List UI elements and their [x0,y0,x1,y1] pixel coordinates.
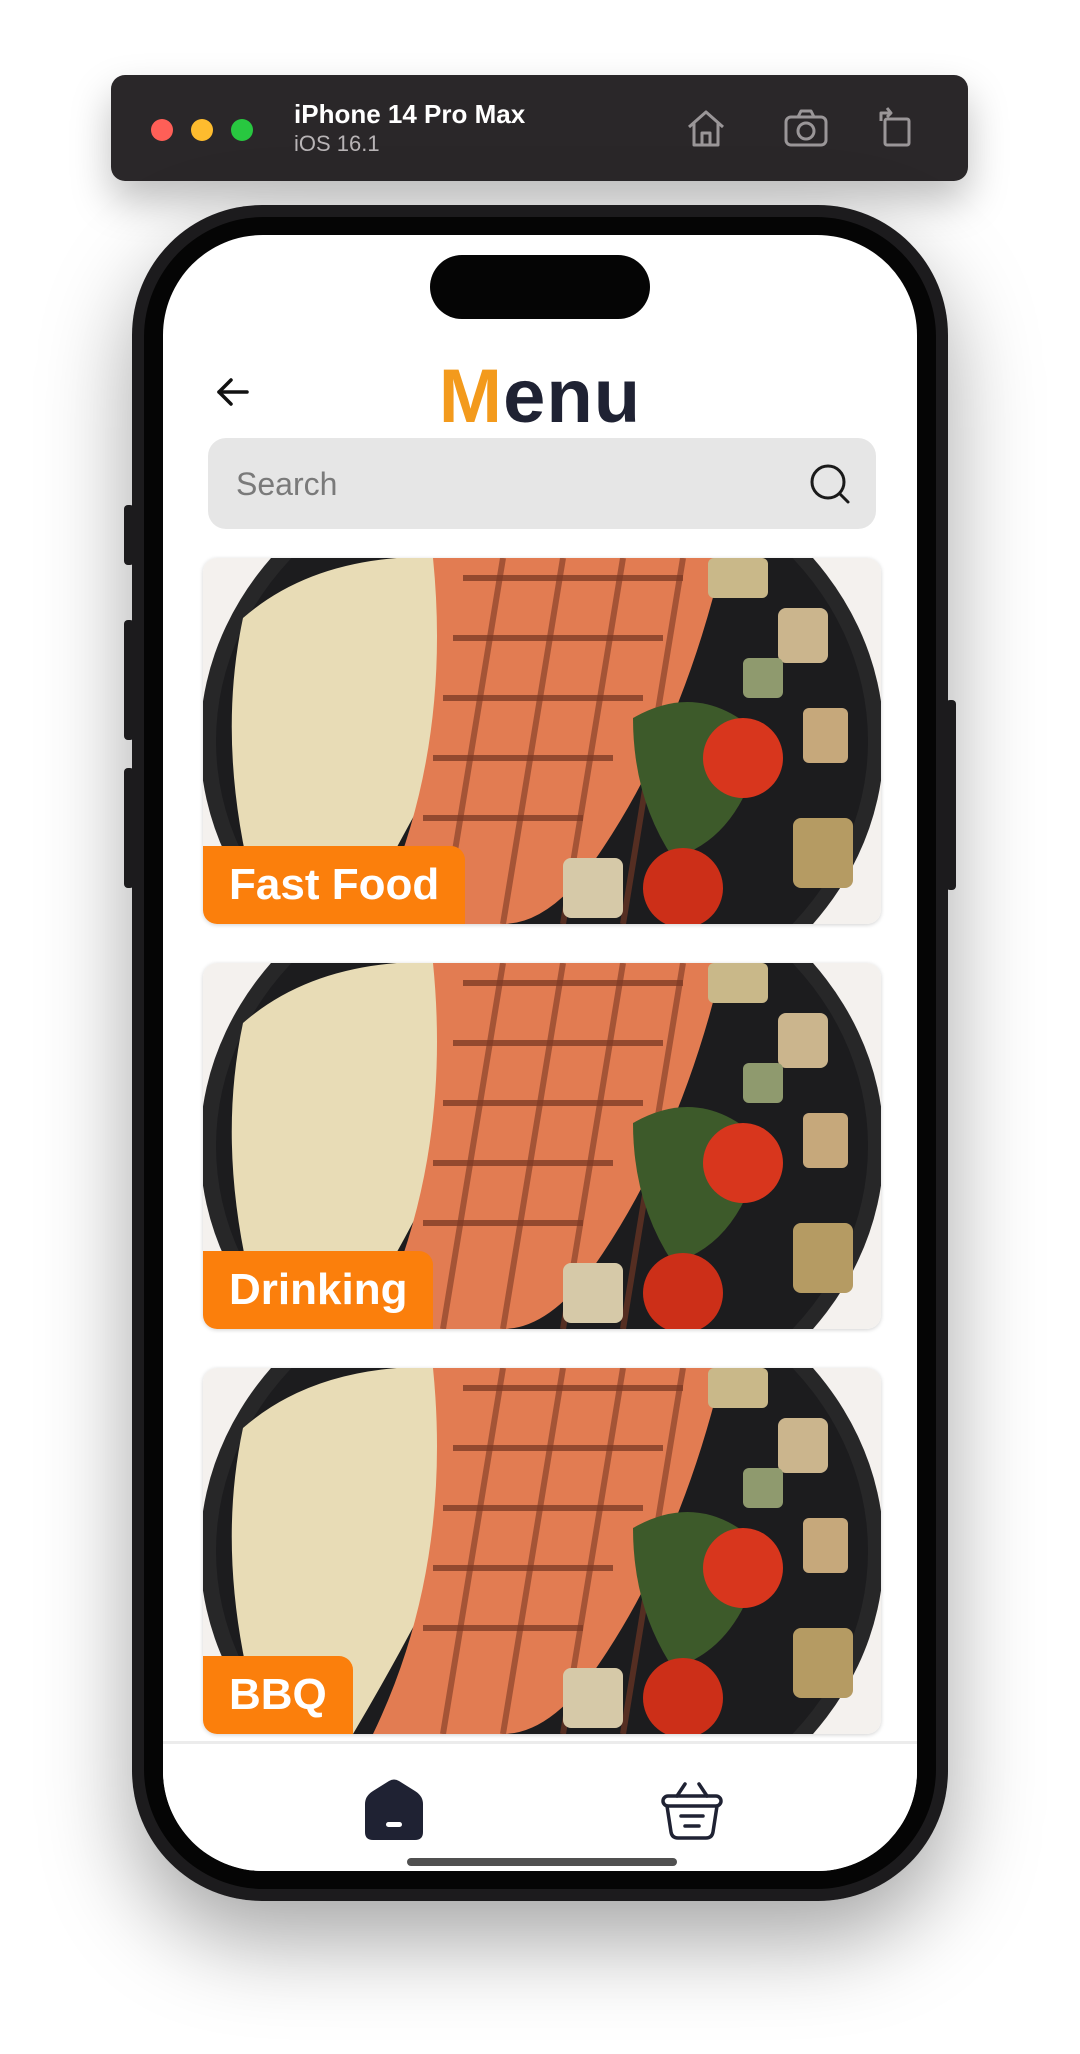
close-window-button[interactable] [151,119,173,141]
bottom-tab-bar [163,1741,917,1871]
app-screen: Menu Fast Food [163,235,917,1871]
category-label: Fast Food [203,846,466,924]
title-rest: enu [503,354,642,439]
screenshot-icon[interactable] [781,103,831,153]
home-indicator [407,1858,677,1866]
category-card-drinking[interactable]: Drinking [203,963,881,1329]
zoom-window-button[interactable] [231,119,253,141]
basket-icon[interactable] [659,1776,725,1842]
device-name: iPhone 14 Pro Max [294,99,526,129]
search-input[interactable] [234,438,798,531]
title-accent-letter: M [438,354,504,439]
category-card-bbq[interactable]: BBQ [203,1368,881,1734]
os-version: iOS 16.1 [294,131,380,156]
home-icon[interactable] [361,1776,427,1842]
category-card-fast-food[interactable]: Fast Food [203,558,881,924]
minimize-window-button[interactable] [191,119,213,141]
category-label: Drinking [203,1251,434,1329]
rotate-icon[interactable] [871,103,921,153]
search-bar [208,438,876,531]
simulator-toolbar: iPhone 14 Pro Max iOS 16.1 [111,75,968,181]
home-icon[interactable] [681,103,731,153]
category-label: BBQ [203,1656,353,1734]
page-title: Menu [163,353,917,440]
dynamic-island [430,255,650,319]
search-icon[interactable] [808,462,852,506]
